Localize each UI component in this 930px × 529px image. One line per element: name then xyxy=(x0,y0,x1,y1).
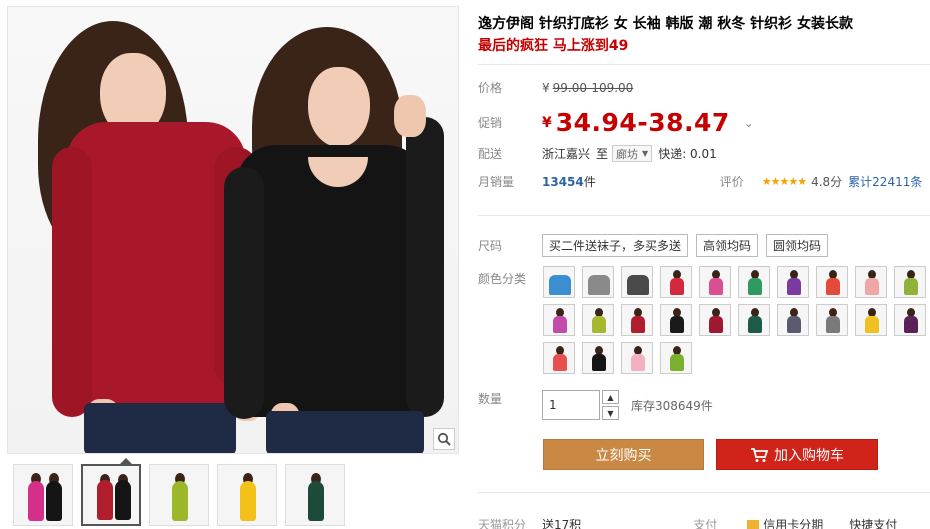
divider xyxy=(478,492,930,493)
points-value: 送17积 xyxy=(542,518,582,529)
thumb-model-garment xyxy=(240,481,256,521)
main-product-image[interactable] xyxy=(7,6,459,454)
thumb-model-garment xyxy=(97,480,113,520)
gallery-thumbnail[interactable] xyxy=(217,464,277,526)
gallery-thumbnail[interactable] xyxy=(13,464,73,526)
thumbnail-strip xyxy=(7,464,459,526)
product-gallery xyxy=(7,6,459,529)
cart-icon xyxy=(751,447,768,462)
credit-card-icon xyxy=(747,520,760,529)
magnifier-icon[interactable] xyxy=(433,428,455,450)
thumb-model-garment xyxy=(28,481,44,521)
service-row: 天猫积分 送17积 支付 信用卡分期 快捷支付 xyxy=(478,516,930,529)
gallery-thumbnail[interactable] xyxy=(81,464,141,526)
add-to-cart-label: 加入购物车 xyxy=(774,447,844,464)
add-to-cart-button[interactable]: 加入购物车 xyxy=(716,439,878,470)
payment-label: 支付 xyxy=(693,518,718,529)
thumb-model-garment xyxy=(172,481,188,521)
buy-now-button[interactable]: 立刻购买 xyxy=(543,439,704,470)
credit-installment: 信用卡分期 xyxy=(763,518,824,529)
points-label: 天猫积分 xyxy=(478,518,527,529)
thumb-model-garment xyxy=(46,481,62,521)
gallery-thumbnail[interactable] xyxy=(149,464,209,526)
thumb-model-garment xyxy=(308,481,324,521)
fast-pay: 快捷支付 xyxy=(849,518,898,529)
action-area: 立刻购买 加入购物车 天猫积分 送17积 支付 信用卡分期 快捷支付 xyxy=(478,14,930,529)
thumb-model-garment xyxy=(115,480,131,520)
gallery-thumbnail[interactable] xyxy=(285,464,345,526)
